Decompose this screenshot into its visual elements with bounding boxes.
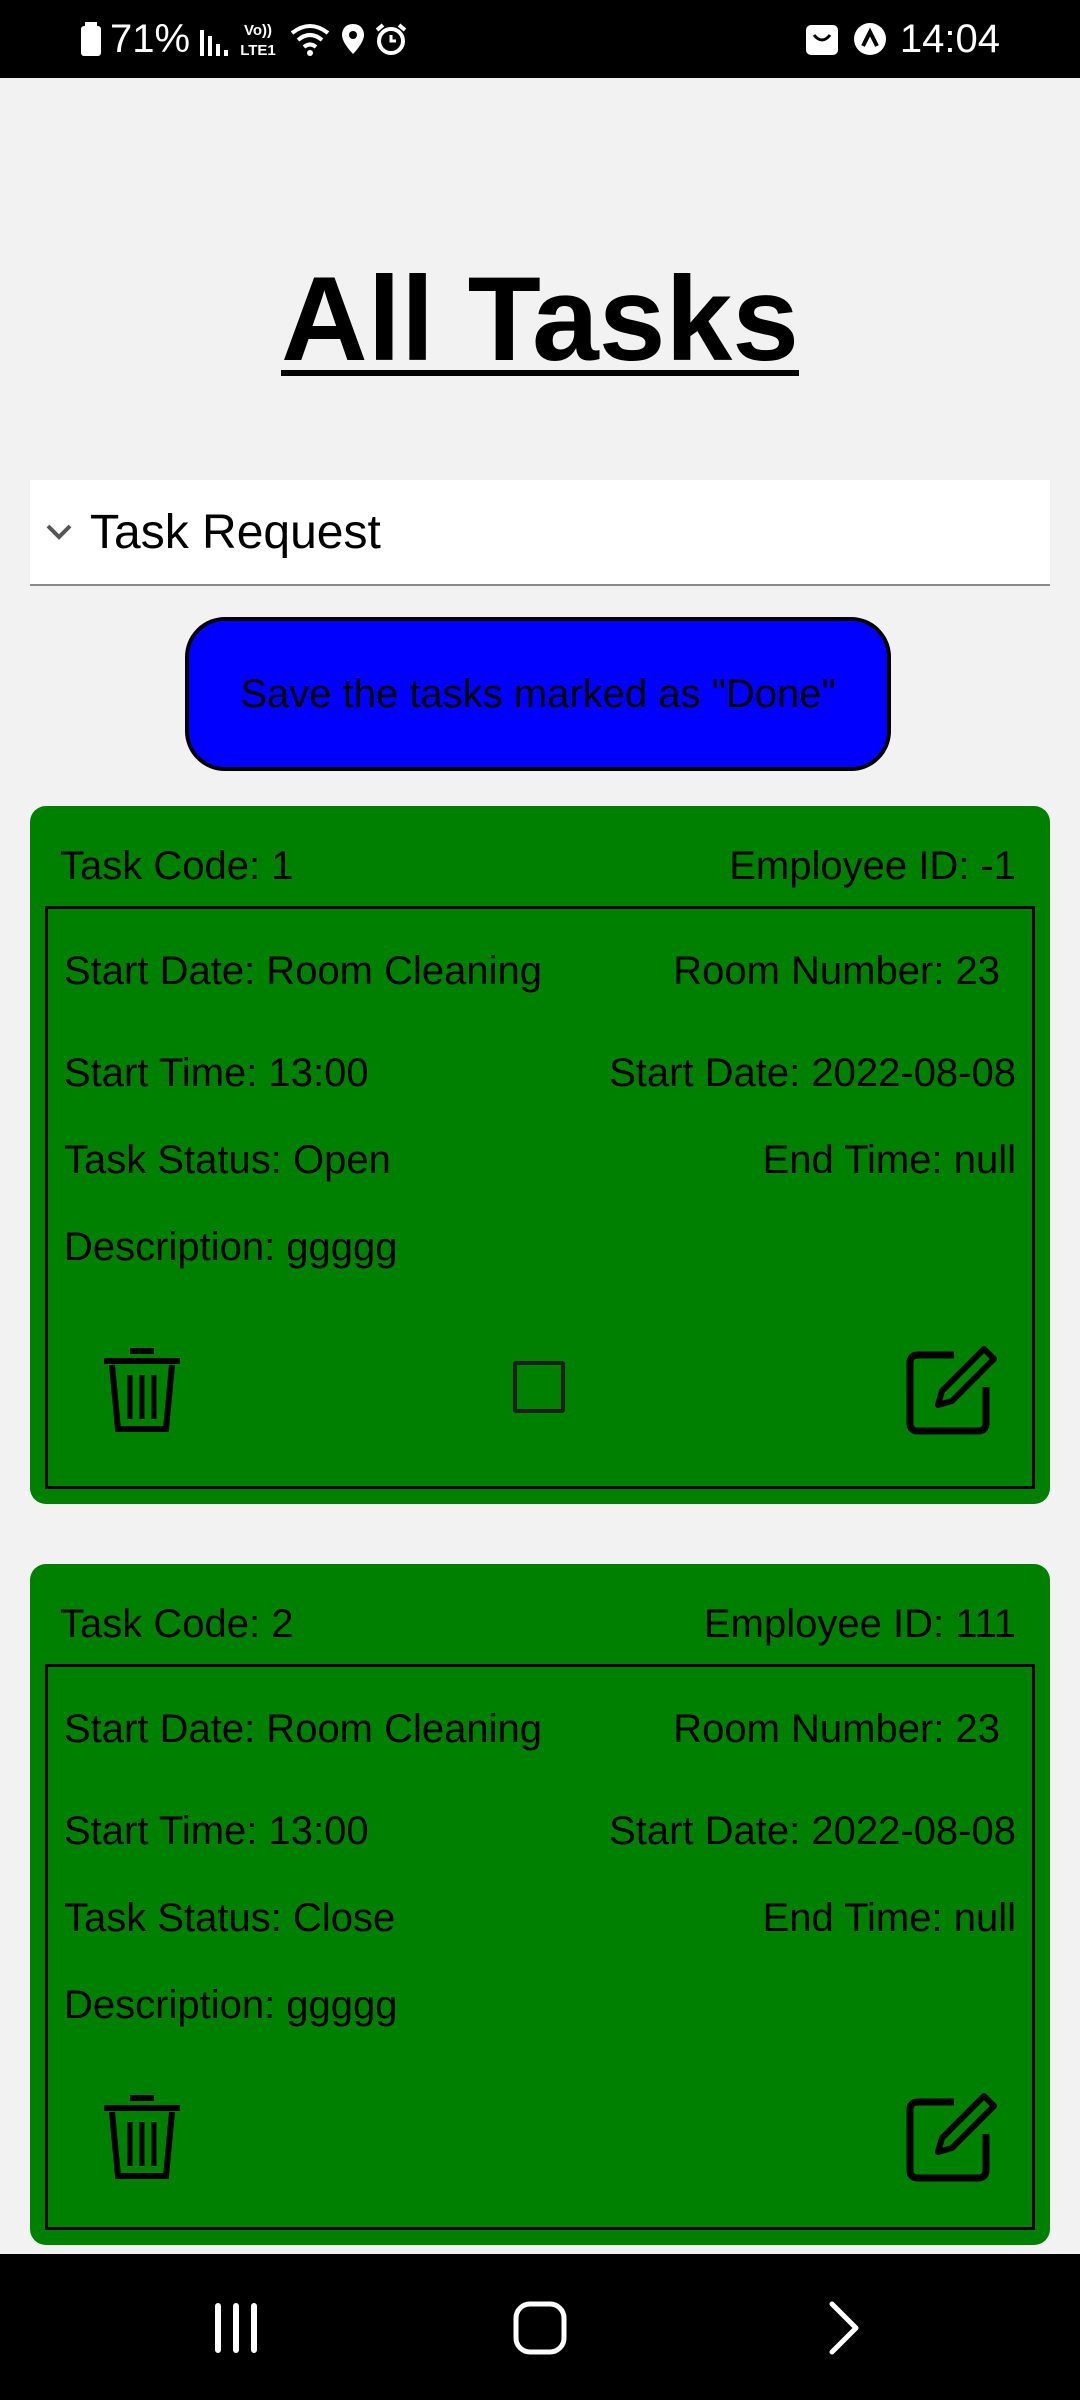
description: Description: ggggg: [64, 1225, 398, 1269]
task-card: Task Code: 2 Employee ID: 111 Start Date…: [30, 1564, 1050, 2245]
room-number: Room Number: 23: [673, 1707, 1000, 1751]
task-type: Start Date: Room Cleaning: [64, 949, 543, 993]
start-time: Start Time: 13:00: [64, 1809, 369, 1853]
task-status: Task Status: Open: [64, 1138, 391, 1182]
recent-apps-icon[interactable]: [210, 2302, 262, 2354]
chevron-down-icon: [46, 524, 72, 540]
task-card-header: Task Code: 2 Employee ID: 111: [30, 1564, 1050, 1664]
navigation-bar: [0, 2254, 1080, 2400]
dropdown-label: Task Request: [90, 505, 381, 559]
edit-icon[interactable]: [904, 2090, 998, 2184]
task-details: Start Date: Room Cleaning Room Number: 2…: [45, 906, 1035, 1489]
back-icon[interactable]: [824, 2300, 864, 2356]
done-checkbox[interactable]: [513, 1361, 565, 1413]
location-icon: [342, 24, 365, 54]
task-details: Start Date: Room Cleaning Room Number: 2…: [45, 1664, 1035, 2230]
volte-icon: Vo)) LTE1: [240, 22, 276, 59]
task-status: Task Status: Close: [64, 1896, 396, 1940]
task-code: Task Code: 2: [60, 1602, 294, 1646]
end-time: End Time: null: [762, 1896, 1016, 1940]
task-type: Start Date: Room Cleaning: [64, 1707, 543, 1751]
svg-text:LTE1: LTE1: [240, 42, 276, 59]
start-date: Start Date: 2022-08-08: [609, 1809, 1016, 1853]
trash-icon[interactable]: [100, 2090, 184, 2182]
employee-id: Employee ID: -1: [729, 844, 1016, 888]
app-icon: [853, 23, 886, 55]
save-done-tasks-button[interactable]: Save the tasks marked as "Done": [185, 617, 891, 771]
task-card: Task Code: 1 Employee ID: -1 Start Date:…: [30, 806, 1050, 1504]
signal-icon: [200, 30, 229, 56]
shopping-bag-icon: [805, 25, 838, 55]
task-card-header: Task Code: 1 Employee ID: -1: [30, 806, 1050, 906]
battery-icon: [81, 22, 101, 56]
description: Description: ggggg: [64, 1983, 398, 2027]
start-date: Start Date: 2022-08-08: [609, 1051, 1016, 1095]
start-time: Start Time: 13:00: [64, 1051, 369, 1095]
svg-text:Vo)): Vo)): [244, 22, 272, 39]
room-number: Room Number: 23: [673, 949, 1000, 993]
task-code: Task Code: 1: [60, 844, 294, 888]
task-request-dropdown[interactable]: Task Request: [30, 480, 1050, 586]
page-title: All Tasks: [280, 252, 800, 386]
end-time: End Time: null: [762, 1138, 1016, 1182]
home-icon[interactable]: [512, 2300, 568, 2356]
status-bar: 71% Vo)) LTE1 14:04: [0, 0, 1080, 78]
clock: 14:04: [899, 16, 1000, 61]
alarm-icon: [375, 23, 407, 55]
employee-id: Employee ID: 111: [703, 1602, 1016, 1646]
wifi-icon: [290, 24, 330, 56]
battery-percent: 71%: [110, 16, 191, 61]
edit-icon[interactable]: [904, 1343, 998, 1437]
trash-icon[interactable]: [100, 1343, 184, 1435]
